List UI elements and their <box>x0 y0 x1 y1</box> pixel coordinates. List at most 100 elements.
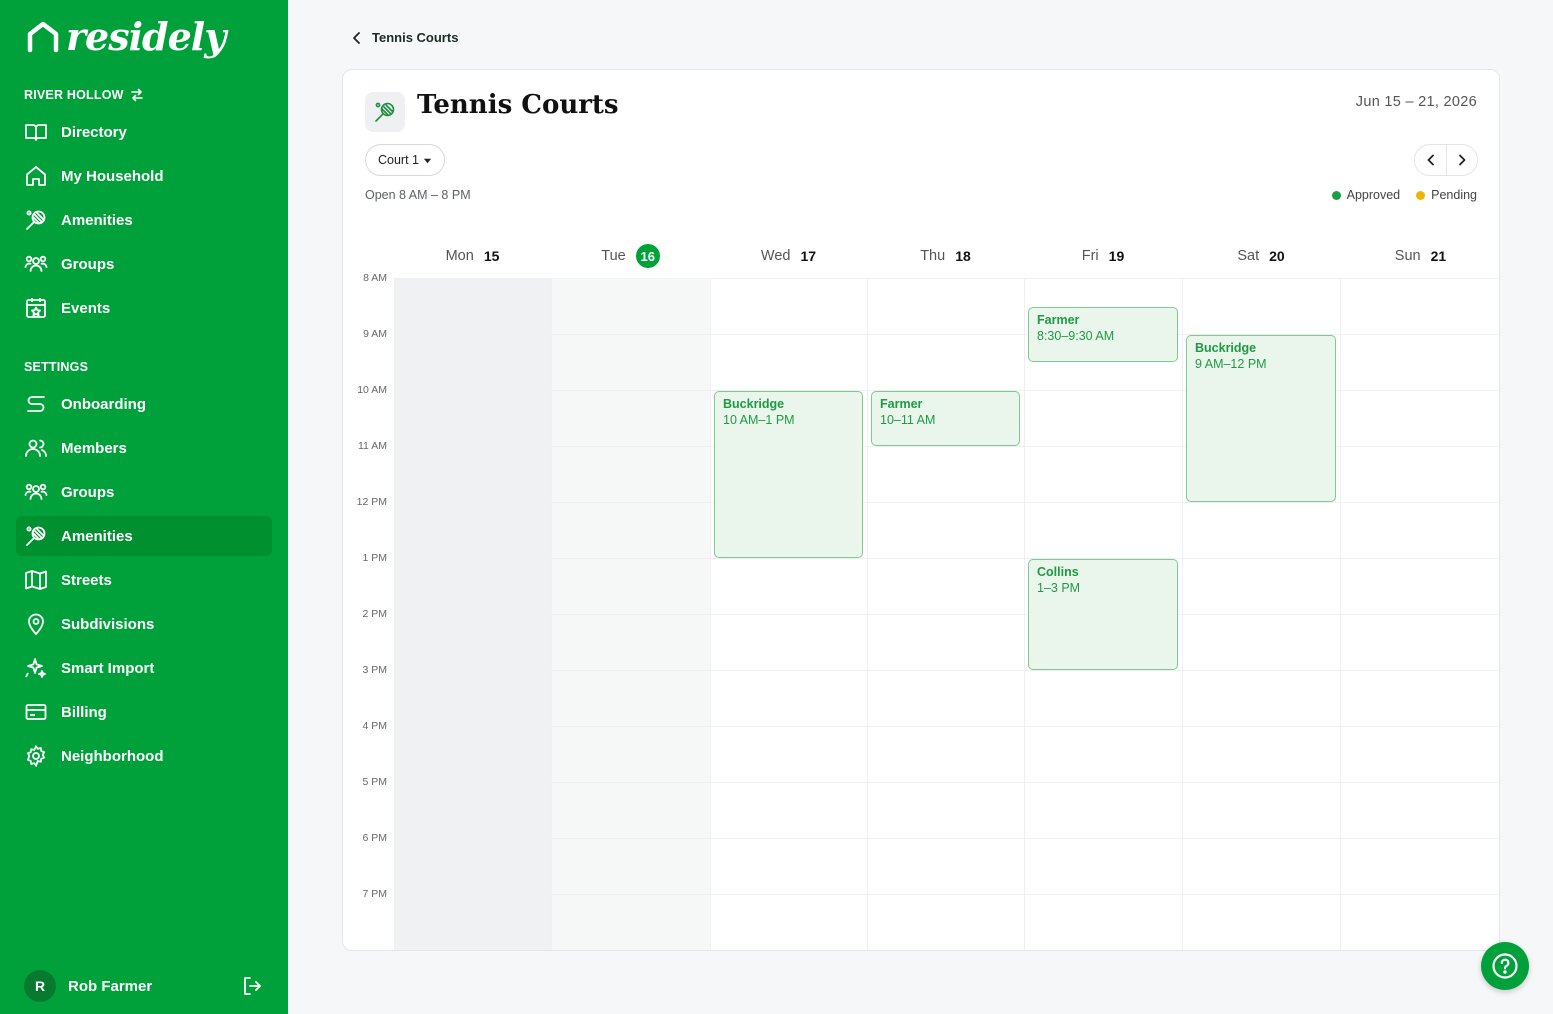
avatar[interactable]: R <box>24 970 56 1002</box>
day-number: 15 <box>483 248 500 264</box>
nav-item-amenities[interactable]: Amenities <box>16 200 272 240</box>
nav-item-directory[interactable]: Directory <box>16 112 272 152</box>
switch-arrows-icon <box>130 88 143 102</box>
day-divider <box>710 278 711 950</box>
day-number: 19 <box>1108 248 1125 264</box>
day-name: Thu <box>920 248 946 264</box>
time-label: 3 PM <box>362 664 387 676</box>
settings-nav: Onboarding Members Groups Amenities Stre… <box>16 384 272 780</box>
day-name: Wed <box>760 248 791 264</box>
day-header: Wed 17 <box>710 244 867 268</box>
nav-label: Billing <box>61 703 107 721</box>
community-switcher[interactable]: RIVER HOLLOW <box>24 88 144 102</box>
day-header: Sun 21 <box>1340 244 1499 268</box>
hour-gridline <box>394 782 1499 783</box>
nav-item-smart-import[interactable]: Smart Import <box>16 648 272 688</box>
nav-item-my-household[interactable]: My Household <box>16 156 272 196</box>
home-icon <box>26 166 46 186</box>
nav-label: My Household <box>61 167 164 185</box>
nav-item-neighborhood[interactable]: Neighborhood <box>16 736 272 776</box>
help-button[interactable] <box>1481 942 1529 990</box>
logout-icon[interactable] <box>240 974 264 998</box>
hour-gridline <box>394 950 1500 951</box>
nav-item-billing[interactable]: Billing <box>16 692 272 732</box>
gear-icon <box>26 744 46 768</box>
court-select[interactable]: Court 1 <box>365 144 445 176</box>
help-icon <box>1492 953 1518 979</box>
day-header: Thu 18 <box>867 244 1024 268</box>
nav-item-groups[interactable]: Groups <box>16 244 272 284</box>
nav-item-subdivisions[interactable]: Subdivisions <box>16 604 272 644</box>
court-select-value: Court 1 <box>378 153 419 167</box>
time-label: 1 PM <box>362 552 387 564</box>
booking-time: 10 AM–1 PM <box>723 413 795 427</box>
day-name: Tue <box>601 248 626 264</box>
nav-label: Members <box>61 439 127 457</box>
time-label: 8 AM <box>363 272 387 284</box>
day-header: Fri 19 <box>1024 244 1182 268</box>
time-label: 2 PM <box>362 608 387 620</box>
nav-label: Events <box>61 299 111 317</box>
map-icon <box>25 570 47 590</box>
user-profile: R Rob Farmer <box>24 970 264 1002</box>
day-divider <box>1182 278 1183 950</box>
sidebar: residely RIVER HOLLOW Directory My House… <box>0 0 288 1014</box>
nav-item-settings-groups[interactable]: Groups <box>16 472 272 512</box>
hour-gridline <box>394 502 1499 503</box>
time-label: 9 AM <box>363 328 387 340</box>
tennis-racket-icon <box>375 102 395 122</box>
hour-gridline <box>394 670 1499 671</box>
booking-event[interactable]: Farmer 8:30–9:30 AM <box>1028 307 1178 362</box>
house-logo-icon <box>27 21 59 52</box>
nav-label: Streets <box>61 571 112 589</box>
credit-card-icon <box>25 704 47 720</box>
booking-event[interactable]: Collins 1–3 PM <box>1028 559 1178 670</box>
booking-event[interactable]: Buckridge 10 AM–1 PM <box>714 391 863 558</box>
nav-item-events[interactable]: Events <box>16 288 272 328</box>
day-number: 20 <box>1269 248 1285 264</box>
booking-time: 8:30–9:30 AM <box>1037 329 1115 343</box>
day-header: Mon 15 <box>394 244 551 268</box>
nav-item-settings-amenities[interactable]: Amenities <box>16 516 272 556</box>
nav-label: Amenities <box>61 527 133 545</box>
logo-wordmark: residely <box>66 14 226 59</box>
hour-gridline <box>394 334 1499 335</box>
week-pager <box>1414 144 1478 176</box>
book-icon <box>25 124 47 141</box>
nav-item-streets[interactable]: Streets <box>16 560 272 600</box>
day-number: 18 <box>955 248 971 264</box>
main-nav: Directory My Household Amenities Groups … <box>16 112 272 332</box>
back-link[interactable]: Tennis Courts <box>350 30 458 45</box>
day-name: Sat <box>1237 248 1260 264</box>
booking-time: 10–11 AM <box>880 413 936 427</box>
booking-name: Collins <box>1037 565 1079 579</box>
booking-name: Farmer <box>1037 313 1080 327</box>
nav-label: Smart Import <box>61 659 155 677</box>
settings-section-label: SETTINGS <box>24 360 89 374</box>
hour-gridline <box>394 894 1499 895</box>
nav-item-onboarding[interactable]: Onboarding <box>16 384 272 424</box>
nav-item-members[interactable]: Members <box>16 428 272 468</box>
hour-gridline <box>394 614 1499 615</box>
chevron-left-icon <box>353 31 360 44</box>
amenity-calendar-card: Tennis Courts Jun 15 – 21, 2026 Court 1 … <box>342 69 1500 951</box>
previous-week-button[interactable] <box>1415 145 1446 175</box>
status-legend: Approved Pending <box>1331 188 1477 202</box>
tennis-racket-icon <box>26 526 46 546</box>
calendar-grid: Buckridge 10 AM–1 PM Farmer 10–11 AM Farmer 8… <box>394 278 1500 951</box>
legend-label: Approved <box>1346 188 1401 202</box>
day-header: Sat 20 <box>1182 244 1340 268</box>
booking-event[interactable]: Farmer 10–11 AM <box>871 391 1020 446</box>
day-header: Tue 16 <box>551 244 710 268</box>
logo[interactable]: residely <box>26 14 226 59</box>
day-divider <box>1340 278 1341 950</box>
hour-gridline <box>394 838 1499 839</box>
nav-label: Neighborhood <box>61 747 164 765</box>
route-icon <box>27 396 45 412</box>
next-week-button[interactable] <box>1446 145 1477 175</box>
hour-gridline <box>394 278 1499 279</box>
booking-event[interactable]: Buckridge 9 AM–12 PM <box>1186 335 1336 502</box>
nav-label: Groups <box>61 483 115 501</box>
booking-time: 1–3 PM <box>1037 581 1081 595</box>
opening-hours: Open 8 AM – 8 PM <box>365 188 471 202</box>
